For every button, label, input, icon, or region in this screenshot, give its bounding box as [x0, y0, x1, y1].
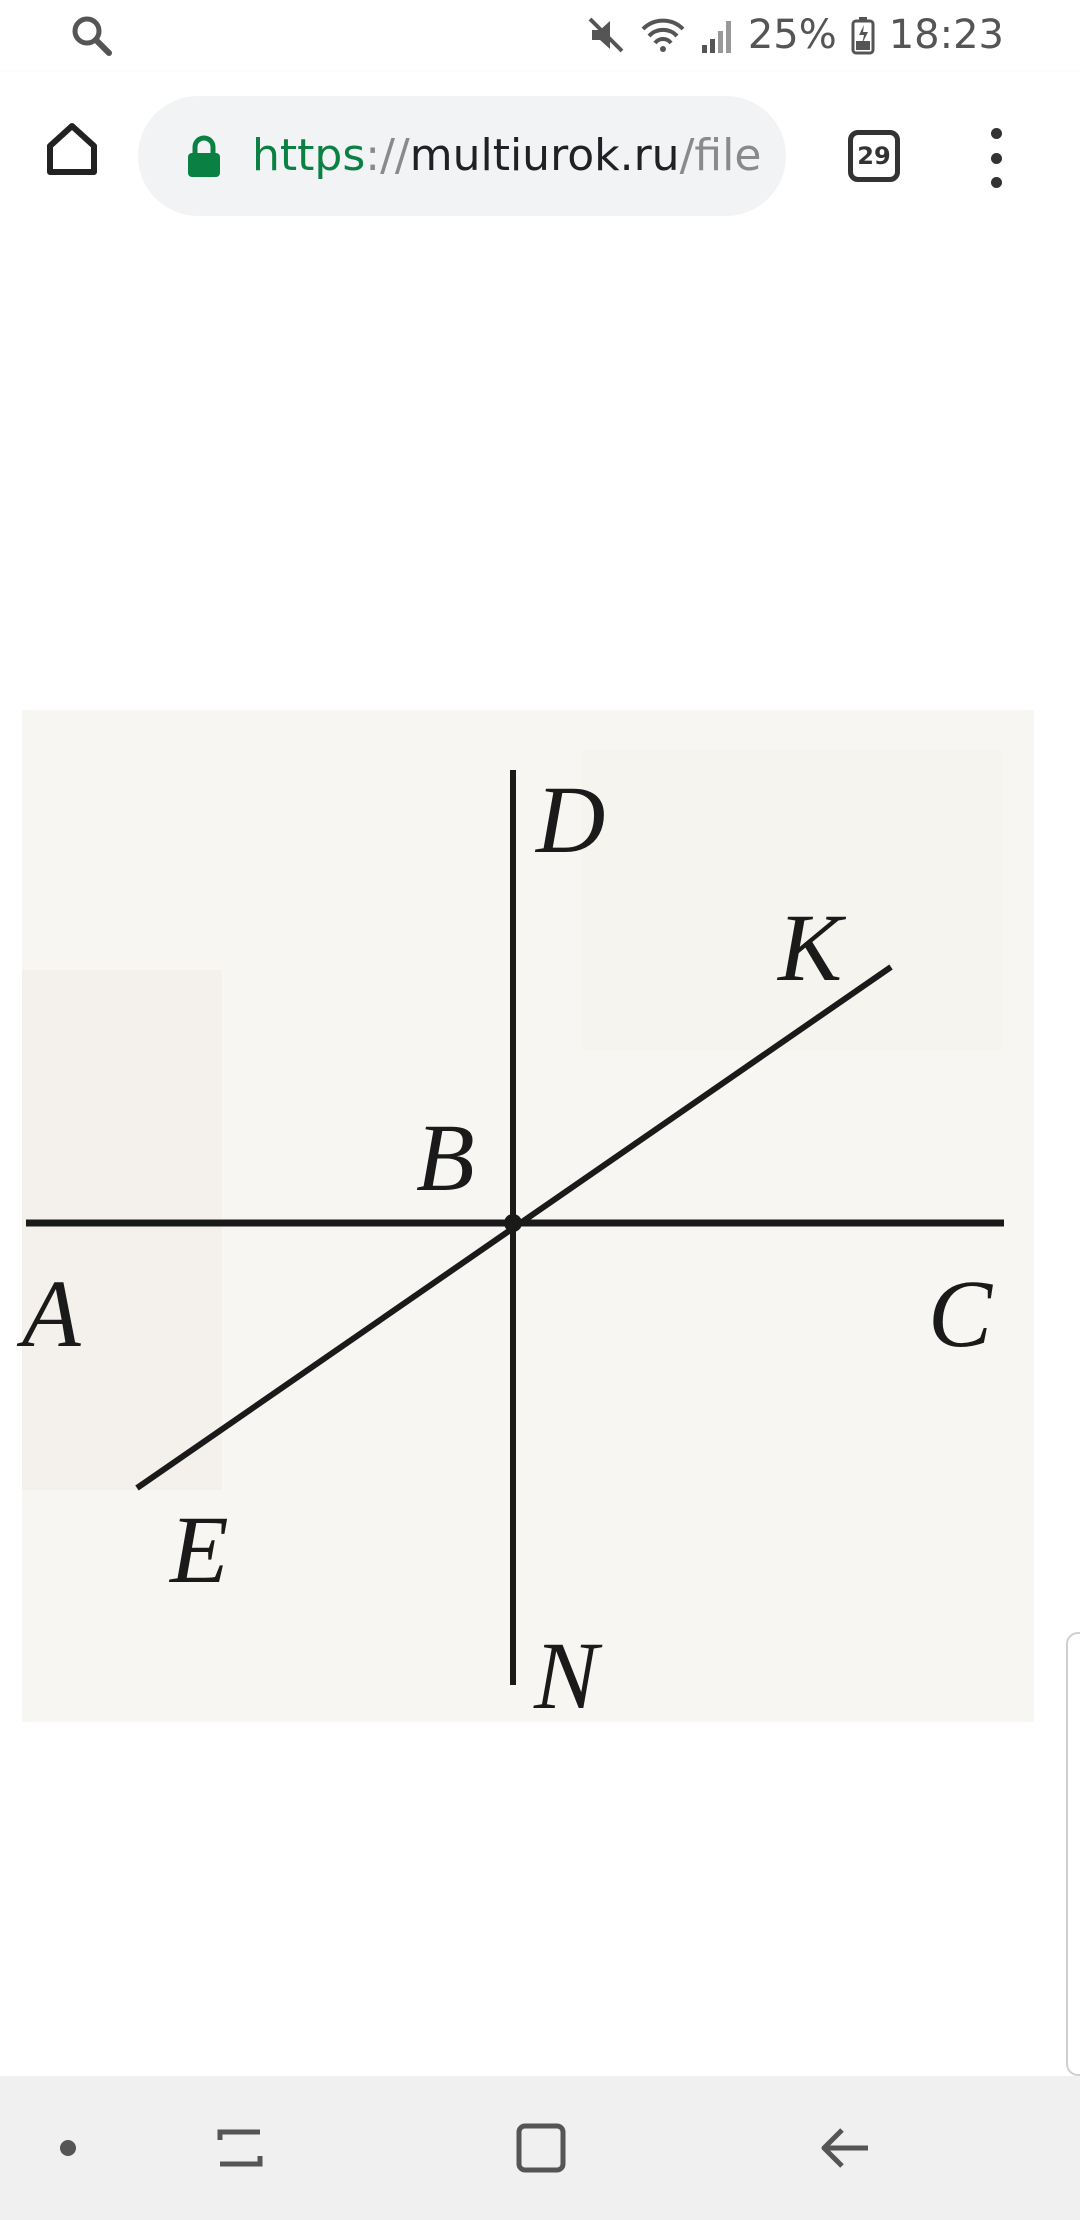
status-icons: 25% 18:23 [586, 10, 1004, 60]
more-vert-icon[interactable] [974, 128, 1018, 188]
home-icon [47, 123, 97, 175]
tab-switcher-button[interactable]: 29 [848, 130, 900, 182]
lock-icon [186, 134, 222, 178]
home-square-icon[interactable] [505, 2112, 577, 2184]
label-d: D [536, 766, 606, 873]
browser-toolbar: https://multiurok.ru/file 29 [0, 72, 1080, 240]
url-scheme: https [252, 130, 366, 181]
url-host: multiurok.ru [409, 130, 680, 181]
label-a: A [22, 1260, 81, 1367]
mute-icon [586, 15, 626, 55]
geometry-figure: D K B A C E N [22, 710, 1034, 1729]
search-icon [70, 14, 114, 58]
label-n: N [534, 1622, 599, 1729]
recents-icon[interactable] [204, 2112, 276, 2184]
battery-icon [851, 15, 875, 55]
url-text: https://multiurok.ru/file [252, 96, 761, 216]
page-content: D K B A C E N [0, 240, 1080, 2076]
clock: 18:23 [888, 12, 1004, 58]
url-separator: :// [365, 130, 410, 181]
back-icon[interactable] [808, 2112, 880, 2184]
label-k: K [778, 894, 843, 1001]
label-b: B [416, 1104, 475, 1211]
signal-icon [700, 15, 734, 55]
battery-percent: 25% [747, 12, 837, 58]
tab-count: 29 [857, 142, 891, 170]
url-bar[interactable]: https://multiurok.ru/file [138, 96, 786, 216]
navigation-bar [0, 2076, 1080, 2220]
wifi-icon [640, 15, 686, 55]
label-e: E [170, 1496, 229, 1603]
scroll-handle[interactable] [1066, 1632, 1080, 2076]
url-path: /file [679, 130, 762, 181]
status-bar: 25% 18:23 [0, 0, 1080, 72]
home-button[interactable] [36, 112, 108, 184]
dot-icon[interactable] [32, 2112, 104, 2184]
label-c: C [928, 1260, 993, 1367]
point-b [504, 1214, 522, 1232]
